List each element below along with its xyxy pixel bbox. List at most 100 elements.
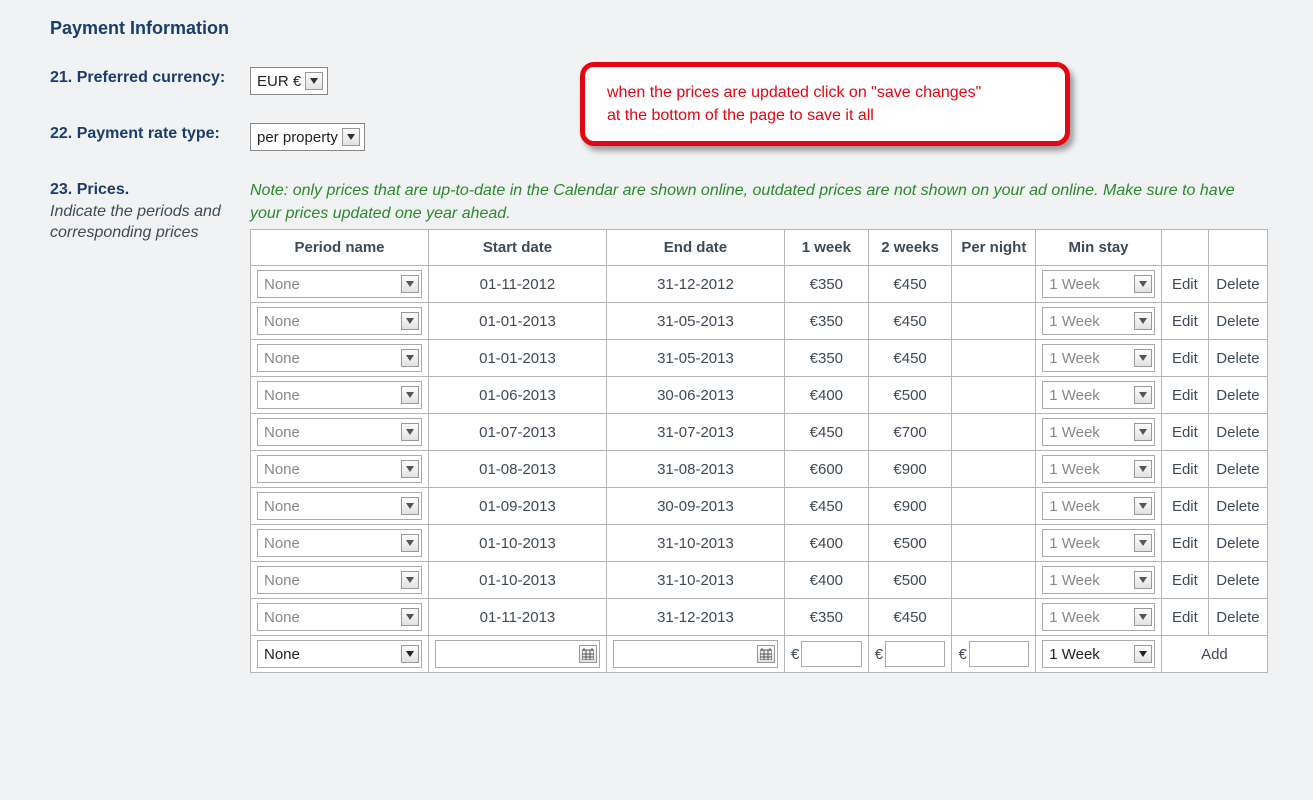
- start-date: 01-09-2013: [428, 488, 606, 525]
- delete-link[interactable]: Delete: [1208, 599, 1267, 636]
- currency-symbol: €: [958, 646, 966, 663]
- start-date: 01-10-2013: [428, 525, 606, 562]
- ratetype-label: 22. Payment rate type:: [50, 123, 250, 145]
- start-date: 01-08-2013: [428, 451, 606, 488]
- section-title: Payment Information: [50, 18, 1313, 39]
- table-row: None01-09-201330-09-2013€450€9001 WeekEd…: [251, 488, 1268, 525]
- price-2weeks-input[interactable]: [885, 641, 945, 667]
- minstay-select[interactable]: 1 Week: [1042, 455, 1155, 483]
- currency-select[interactable]: EUR €: [250, 67, 328, 95]
- edit-link[interactable]: Edit: [1161, 599, 1208, 636]
- currency-label: 21. Preferred currency:: [50, 67, 250, 89]
- table-row-new: None € € €1 WeekAdd: [251, 636, 1268, 673]
- minstay-select[interactable]: 1 Week: [1042, 529, 1155, 557]
- delete-link[interactable]: Delete: [1208, 377, 1267, 414]
- delete-link[interactable]: Delete: [1208, 451, 1267, 488]
- period-select[interactable]: None: [257, 455, 422, 483]
- price-2weeks: €500: [868, 525, 952, 562]
- period-select[interactable]: None: [257, 270, 422, 298]
- edit-link[interactable]: Edit: [1161, 414, 1208, 451]
- period-select[interactable]: None: [257, 381, 422, 409]
- chevron-down-icon: [1134, 497, 1152, 515]
- minstay-select[interactable]: 1 Week: [1042, 307, 1155, 335]
- period-select[interactable]: None: [257, 492, 422, 520]
- minstay-select[interactable]: 1 Week: [1042, 344, 1155, 372]
- price-1week: €350: [784, 266, 868, 303]
- start-date-input[interactable]: [440, 645, 579, 664]
- currency-symbol: €: [875, 646, 883, 663]
- minstay-select[interactable]: 1 Week: [1042, 492, 1155, 520]
- minstay-value: 1 Week: [1049, 461, 1100, 478]
- delete-link[interactable]: Delete: [1208, 562, 1267, 599]
- end-date: 31-05-2013: [606, 340, 784, 377]
- period-select[interactable]: None: [257, 344, 422, 372]
- period-select[interactable]: None: [257, 529, 422, 557]
- edit-link[interactable]: Edit: [1161, 488, 1208, 525]
- period-select[interactable]: None: [257, 418, 422, 446]
- delete-link[interactable]: Delete: [1208, 525, 1267, 562]
- price-pernight: [952, 451, 1036, 488]
- add-button[interactable]: Add: [1161, 636, 1267, 673]
- calendar-icon[interactable]: [579, 645, 597, 663]
- ratetype-select[interactable]: per property: [250, 123, 365, 151]
- period-value: None: [264, 313, 300, 330]
- price-pernight: [952, 266, 1036, 303]
- edit-link[interactable]: Edit: [1161, 451, 1208, 488]
- period-select[interactable]: None: [257, 307, 422, 335]
- minstay-value: 1 Week: [1049, 572, 1100, 589]
- period-value: None: [264, 350, 300, 367]
- minstay-select[interactable]: 1 Week: [1042, 640, 1155, 668]
- delete-link[interactable]: Delete: [1208, 266, 1267, 303]
- edit-link[interactable]: Edit: [1161, 340, 1208, 377]
- price-2weeks: €450: [868, 599, 952, 636]
- edit-link[interactable]: Edit: [1161, 562, 1208, 599]
- delete-link[interactable]: Delete: [1208, 488, 1267, 525]
- edit-link[interactable]: Edit: [1161, 303, 1208, 340]
- minstay-select[interactable]: 1 Week: [1042, 270, 1155, 298]
- currency-symbol: €: [791, 646, 799, 663]
- minstay-value: 1 Week: [1049, 535, 1100, 552]
- edit-link[interactable]: Edit: [1161, 266, 1208, 303]
- prices-label-text: 23. Prices.: [50, 181, 129, 198]
- calendar-icon[interactable]: [757, 645, 775, 663]
- price-2weeks: €450: [868, 266, 952, 303]
- edit-link[interactable]: Edit: [1161, 377, 1208, 414]
- period-value: None: [264, 609, 300, 626]
- th-period: Period name: [251, 230, 429, 266]
- price-1week: €600: [784, 451, 868, 488]
- minstay-select[interactable]: 1 Week: [1042, 418, 1155, 446]
- start-date: 01-07-2013: [428, 414, 606, 451]
- table-row: None 01-01-201331-05-2013€350€450 1 Week Ed…: [251, 340, 1268, 377]
- period-select[interactable]: None: [257, 603, 422, 631]
- price-1week: €350: [784, 340, 868, 377]
- delete-link[interactable]: Delete: [1208, 414, 1267, 451]
- period-value: None: [264, 535, 300, 552]
- minstay-select[interactable]: 1 Week: [1042, 566, 1155, 594]
- price-1week: €400: [784, 377, 868, 414]
- end-date: 31-08-2013: [606, 451, 784, 488]
- edit-link[interactable]: Edit: [1161, 525, 1208, 562]
- delete-link[interactable]: Delete: [1208, 303, 1267, 340]
- price-1week-input[interactable]: [801, 641, 861, 667]
- minstay-value: 1 Week: [1049, 350, 1100, 367]
- end-date: 31-10-2013: [606, 562, 784, 599]
- period-select[interactable]: None: [257, 566, 422, 594]
- price-1week: €350: [784, 303, 868, 340]
- minstay-select[interactable]: 1 Week: [1042, 603, 1155, 631]
- period-select[interactable]: None: [257, 640, 422, 668]
- th-night: Per night: [952, 230, 1036, 266]
- end-date-input-wrap: [613, 640, 778, 668]
- price-2weeks: €900: [868, 488, 952, 525]
- chevron-down-icon: [401, 386, 419, 404]
- chevron-down-icon: [401, 423, 419, 441]
- minstay-select[interactable]: 1 Week: [1042, 381, 1155, 409]
- chevron-down-icon: [1134, 349, 1152, 367]
- delete-link[interactable]: Delete: [1208, 340, 1267, 377]
- table-row: None01-06-201330-06-2013€400€5001 WeekEd…: [251, 377, 1268, 414]
- th-edit: [1161, 230, 1208, 266]
- start-date: 01-01-2013: [428, 340, 606, 377]
- price-pernight-input[interactable]: [969, 641, 1029, 667]
- end-date-input[interactable]: [618, 645, 757, 664]
- price-2weeks: €500: [868, 562, 952, 599]
- price-2weeks: €450: [868, 340, 952, 377]
